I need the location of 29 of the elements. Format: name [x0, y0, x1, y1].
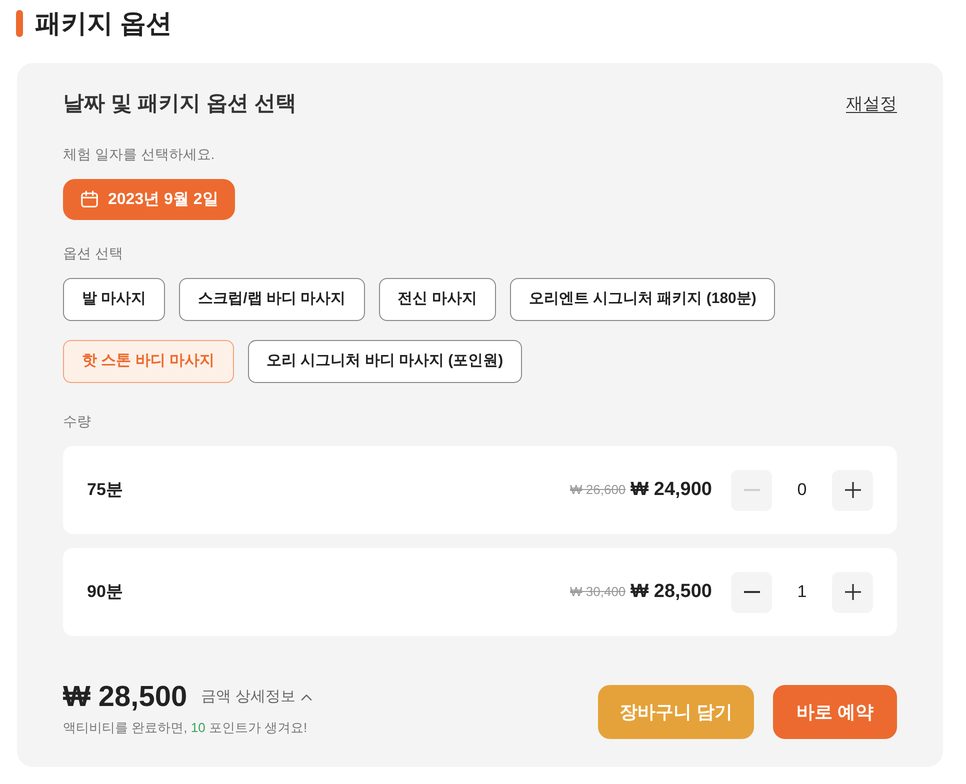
sale-price: ₩ 28,500: [630, 580, 712, 604]
option-chip[interactable]: 발 마사지: [63, 278, 166, 321]
increase-button[interactable]: [832, 572, 873, 612]
quantity-value: 1: [796, 581, 808, 604]
heading-accent-bar: [16, 10, 23, 36]
price-details-toggle[interactable]: 금액 상세정보: [201, 686, 312, 708]
plus-icon: [844, 482, 860, 498]
panel-title: 날짜 및 패키지 옵션 선택: [63, 91, 296, 117]
plus-icon: [844, 584, 860, 600]
reset-link[interactable]: 재설정: [846, 92, 897, 116]
sale-price: ₩ 24,900: [630, 478, 712, 502]
original-price: ₩ 30,400: [570, 583, 626, 602]
page-title: 패키지 옵션: [35, 7, 172, 40]
option-chip[interactable]: 오리엔트 시그니처 패키지 (180분): [510, 278, 776, 321]
original-price: ₩ 26,600: [570, 481, 626, 500]
points-note: 액티비티를 완료하면, 10 포인트가 생겨요!: [63, 719, 308, 737]
chevron-up-icon: [301, 694, 312, 700]
option-chip[interactable]: 오리 시그니처 바디 마사지 (포인원): [248, 340, 522, 383]
total-price: ₩ 28,500: [63, 680, 188, 714]
option-chip[interactable]: 스크럽/랩 바디 마사지: [179, 278, 365, 321]
quantity-value: 0: [796, 479, 808, 502]
options-label: 옵션 선택: [63, 244, 124, 263]
option-duration: 90분: [87, 581, 123, 604]
increase-button[interactable]: [832, 470, 873, 510]
quantity-label: 수량: [63, 412, 92, 431]
option-chip[interactable]: 전신 마사지: [378, 278, 496, 321]
calendar-icon: [80, 190, 99, 209]
option-duration: 75분: [87, 479, 123, 502]
date-label: 체험 일자를 선택하세요.: [63, 145, 216, 164]
